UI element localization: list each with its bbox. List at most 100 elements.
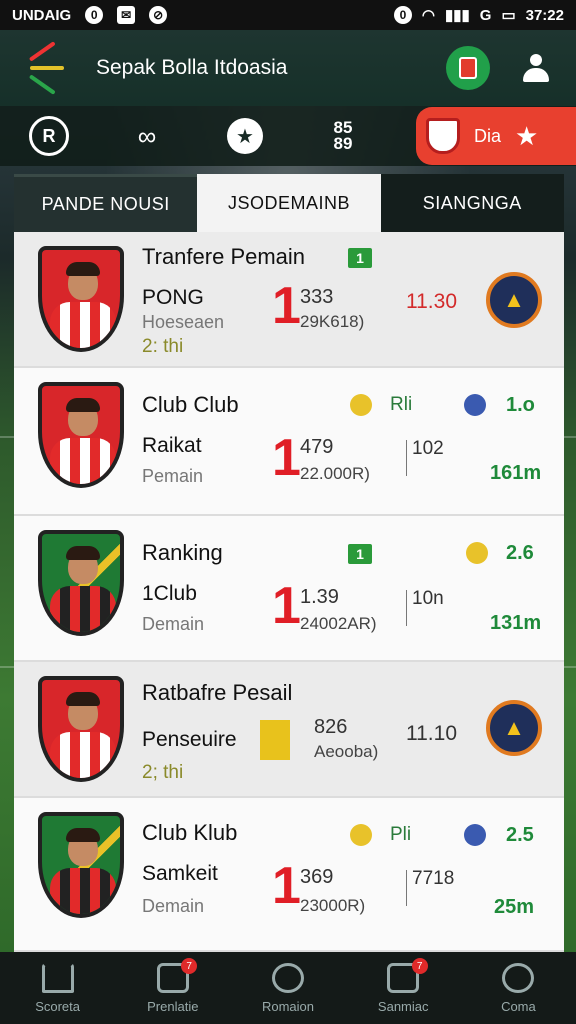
category-icon-bar: R ∞ ★ 85 89 Dia ★ <box>0 106 576 166</box>
card-right-value: 161m <box>490 462 542 484</box>
card-meta: Pemain <box>142 466 204 486</box>
do-not-disturb-icon: 0 <box>393 6 412 24</box>
divider <box>406 870 407 906</box>
side-value: 7718 <box>412 868 455 889</box>
status-marker <box>260 720 290 760</box>
card-top-label: Rli <box>390 394 413 415</box>
list-item[interactable]: Club Klub Pli 2.5 Samkeit Demain 1 369 2… <box>14 798 564 952</box>
news-list: Tranfere Pemain 1 PONG Hoeseaen 2: thi 1… <box>14 232 564 952</box>
card-meta: Hoeseaen <box>142 312 225 332</box>
rank-number: 1 <box>272 429 301 487</box>
card-title: Ranking <box>142 540 223 565</box>
card-top-value: 2.5 <box>506 824 534 846</box>
stat-primary: 479 <box>300 436 334 458</box>
card-top-value: 1.o <box>506 394 535 416</box>
stat-secondary: Aeooba) <box>314 742 379 761</box>
live-tab-label: Dia <box>474 125 502 146</box>
shield-icon <box>464 824 486 846</box>
trophy-icon <box>350 394 372 416</box>
card-subtitle: PONG <box>142 286 204 309</box>
stat-secondary: 29K618) <box>300 312 365 331</box>
ball-icon <box>272 962 304 993</box>
nav-search[interactable]: Coma <box>461 952 576 1024</box>
card-meta: Demain <box>142 896 205 916</box>
app-title: Sepak Bolla Itdoasia <box>96 56 288 79</box>
card-subtitle: Samkeit <box>142 862 218 885</box>
team-crest-icon <box>426 118 460 154</box>
medal-icon <box>466 542 488 564</box>
stat-secondary: 24002AR) <box>300 614 377 633</box>
tab-second[interactable]: JSODEMAINB <box>197 174 381 232</box>
mail-icon: ✉ <box>117 6 136 24</box>
card-subtitle: Penseuire <box>142 728 237 751</box>
notification-badge: 7 <box>181 958 198 974</box>
nav-label: Scoreta <box>35 998 80 1014</box>
user-profile-icon[interactable] <box>520 52 552 84</box>
ratio-value: 11.30 <box>406 290 457 313</box>
rank-number: 1 <box>272 857 301 915</box>
club-badge-button[interactable] <box>446 46 490 90</box>
card-right-value: 131m <box>490 612 542 634</box>
star-icon: ★ <box>515 120 539 151</box>
nav-scores[interactable]: Scoreta <box>0 952 115 1024</box>
stat-primary: 1.39 <box>300 586 339 608</box>
list-item[interactable]: Tranfere Pemain 1 PONG Hoeseaen 2: thi 1… <box>14 232 564 368</box>
shield-icon <box>464 394 486 416</box>
stats-icon: R <box>29 116 69 156</box>
card-title: Ratbafre Pesail <box>142 680 293 705</box>
nav-label: Romaion <box>261 998 315 1014</box>
signal-icon: ▮▮▮ <box>445 7 470 24</box>
nav-label: Coma <box>501 998 536 1014</box>
list-item[interactable]: Ranking 1 2.6 1Club Demain 1 1.39 24002A… <box>14 516 564 662</box>
nav-premier[interactable]: 7 Prenlatie <box>115 952 230 1024</box>
tab-first[interactable]: PANDE NOUSI <box>14 174 198 232</box>
trophy-icon <box>350 824 372 846</box>
category-ball[interactable]: ★ <box>196 106 294 166</box>
carrier-label: UNDAIG <box>12 6 72 24</box>
nav-semifinal[interactable]: 7 Sanmiac <box>346 952 461 1024</box>
live-match-tab[interactable]: Dia ★ <box>416 107 576 165</box>
card-meta: Demain <box>142 614 205 634</box>
app-notification-icon: 0 <box>85 6 104 24</box>
card-date: 2; thi <box>142 762 184 783</box>
alert-icon: ⊘ <box>149 6 168 24</box>
stat-primary: 826 <box>314 716 348 738</box>
flag-badge: 1 <box>348 248 372 268</box>
nav-label: Prenlatie <box>147 998 199 1014</box>
card-title: Club Club <box>142 392 239 417</box>
bottom-navigation: Scoreta 7 Prenlatie Romaion 7 Sanmiac Co… <box>0 952 576 1024</box>
player-crest <box>38 812 124 918</box>
section-tabs: PANDE NOUSI JSODEMAINB SIANGNGA <box>14 174 564 232</box>
player-crest <box>38 382 124 488</box>
soccer-ball-icon: ★ <box>227 118 263 154</box>
card-top-value: 2.6 <box>506 542 534 564</box>
card-subtitle: Raikat <box>142 434 202 457</box>
category-scores[interactable]: 85 89 <box>294 106 392 166</box>
list-item[interactable]: Ratbafre Pesail Penseuire 2; thi 826 Aeo… <box>14 662 564 798</box>
back-arrow-icon[interactable] <box>24 41 66 95</box>
stat-primary: 333 <box>300 286 334 308</box>
stat-secondary: 22.000R) <box>300 464 370 483</box>
card-right-value: 25m <box>494 896 535 918</box>
card-date: 2: thi <box>142 336 184 357</box>
clock-label: 37:22 <box>525 6 564 24</box>
flag-badge: 1 <box>348 544 372 564</box>
score-bottom: 89 <box>333 134 353 153</box>
card-subtitle: 1Club <box>142 582 197 605</box>
list-item[interactable]: Club Club Rli 1.o Raikat Pemain 1 479 22… <box>14 368 564 516</box>
card-top-label: Pli <box>390 824 412 845</box>
club-crest-icon: ▲ <box>486 272 542 328</box>
tab-third[interactable]: SIANGNGA <box>380 174 564 232</box>
category-link[interactable]: ∞ <box>98 106 196 166</box>
status-bar: UNDAIG 0 ✉ ⊘ 0 ◠ ▮▮▮ G ▭ 37:22 <box>0 0 576 30</box>
wifi-icon: ◠ <box>421 7 435 24</box>
card-title: Tranfere Pemain <box>142 244 306 269</box>
divider <box>406 440 407 476</box>
divider <box>406 590 407 626</box>
side-value: 102 <box>412 438 444 459</box>
nav-promotion[interactable]: Romaion <box>230 952 345 1024</box>
stat-secondary: 23000R) <box>300 896 366 915</box>
side-value: 10n <box>412 588 444 609</box>
category-stats[interactable]: R <box>0 106 98 166</box>
stat-primary: 369 <box>300 866 334 888</box>
